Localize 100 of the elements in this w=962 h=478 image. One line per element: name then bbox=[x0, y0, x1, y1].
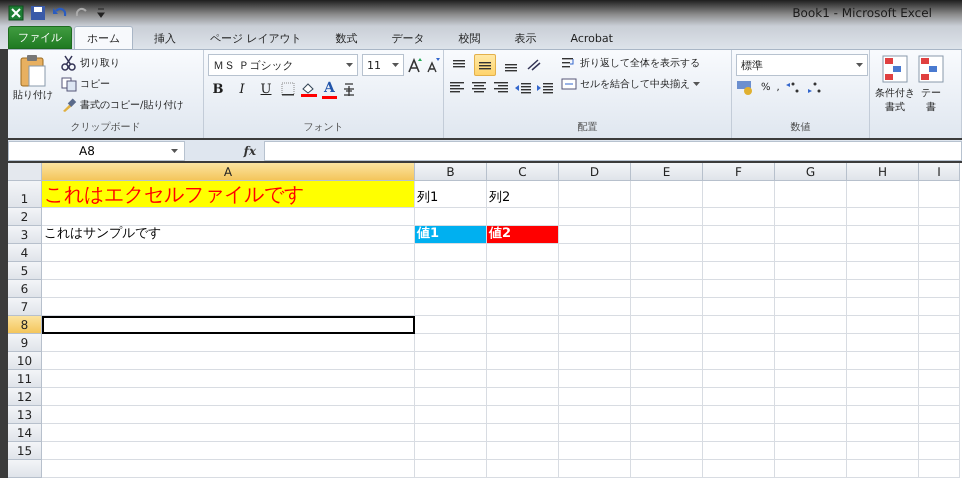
table-cell[interactable]: これはエクセルファイルです bbox=[42, 181, 415, 208]
table-cell[interactable] bbox=[415, 262, 487, 280]
table-cell[interactable] bbox=[42, 316, 415, 334]
table-cell[interactable] bbox=[631, 442, 703, 460]
table-cell[interactable] bbox=[42, 370, 415, 388]
table-cell[interactable] bbox=[487, 370, 559, 388]
table-cell[interactable] bbox=[703, 181, 775, 208]
table-cell[interactable] bbox=[631, 181, 703, 208]
table-cell[interactable] bbox=[559, 388, 631, 406]
table-cell[interactable] bbox=[847, 298, 919, 316]
table-cell[interactable] bbox=[703, 244, 775, 262]
table-cell[interactable] bbox=[487, 334, 559, 352]
ribbon-tab[interactable]: ページ レイアウト bbox=[197, 26, 314, 50]
row-header[interactable]: 15 bbox=[8, 442, 42, 460]
table-cell[interactable] bbox=[847, 406, 919, 424]
table-cell[interactable] bbox=[775, 226, 847, 244]
table-cell[interactable] bbox=[42, 352, 415, 370]
table-cell[interactable] bbox=[775, 244, 847, 262]
table-cell[interactable] bbox=[919, 424, 960, 442]
table-cell[interactable] bbox=[919, 460, 960, 478]
table-cell[interactable] bbox=[919, 181, 960, 208]
percent-button[interactable]: % bbox=[760, 80, 772, 94]
table-cell[interactable] bbox=[559, 181, 631, 208]
table-cell[interactable] bbox=[42, 442, 415, 460]
table-cell[interactable] bbox=[847, 226, 919, 244]
row-header[interactable]: 4 bbox=[8, 244, 42, 262]
table-cell[interactable] bbox=[847, 352, 919, 370]
table-cell[interactable] bbox=[919, 334, 960, 352]
table-cell[interactable] bbox=[631, 460, 703, 478]
table-cell[interactable] bbox=[631, 370, 703, 388]
table-cell[interactable] bbox=[847, 388, 919, 406]
table-cell[interactable] bbox=[919, 244, 960, 262]
table-cell[interactable] bbox=[42, 262, 415, 280]
table-cell[interactable] bbox=[847, 442, 919, 460]
table-cell[interactable] bbox=[487, 388, 559, 406]
format-painter-button[interactable]: 書式のコピー/貼り付け bbox=[60, 96, 184, 114]
column-header[interactable]: C bbox=[487, 163, 559, 181]
table-cell[interactable] bbox=[487, 460, 559, 478]
comma-button[interactable]: , bbox=[776, 80, 781, 94]
table-cell[interactable] bbox=[703, 370, 775, 388]
table-cell[interactable] bbox=[415, 298, 487, 316]
ribbon-tab[interactable]: 校閲 bbox=[446, 26, 494, 50]
table-cell[interactable] bbox=[42, 208, 415, 226]
table-cell[interactable] bbox=[703, 424, 775, 442]
table-cell[interactable] bbox=[415, 388, 487, 406]
table-cell[interactable] bbox=[487, 208, 559, 226]
table-cell[interactable] bbox=[487, 244, 559, 262]
table-cell[interactable] bbox=[42, 298, 415, 316]
row-header[interactable]: 8 bbox=[8, 316, 42, 334]
table-cell[interactable] bbox=[847, 262, 919, 280]
table-cell[interactable] bbox=[703, 298, 775, 316]
table-cell[interactable] bbox=[559, 460, 631, 478]
table-cell[interactable] bbox=[487, 280, 559, 298]
column-header[interactable]: E bbox=[631, 163, 703, 181]
table-cell[interactable] bbox=[415, 244, 487, 262]
table-cell[interactable] bbox=[42, 406, 415, 424]
underline-button[interactable]: U bbox=[256, 79, 276, 100]
table-cell[interactable] bbox=[847, 460, 919, 478]
table-cell[interactable] bbox=[415, 280, 487, 298]
table-cell[interactable] bbox=[415, 370, 487, 388]
table-cell[interactable] bbox=[775, 316, 847, 334]
column-header[interactable]: F bbox=[703, 163, 775, 181]
table-cell[interactable] bbox=[703, 460, 775, 478]
table-cell[interactable] bbox=[42, 460, 415, 478]
ribbon-tab[interactable]: 挿入 bbox=[141, 26, 189, 50]
table-cell[interactable] bbox=[919, 388, 960, 406]
table-cell[interactable]: 値2 bbox=[487, 226, 559, 244]
table-cell[interactable] bbox=[631, 334, 703, 352]
table-cell[interactable] bbox=[775, 181, 847, 208]
ribbon-tab[interactable]: 表示 bbox=[502, 26, 550, 50]
table-cell[interactable] bbox=[775, 424, 847, 442]
table-cell[interactable] bbox=[631, 262, 703, 280]
table-cell[interactable] bbox=[415, 442, 487, 460]
table-cell[interactable] bbox=[415, 424, 487, 442]
table-cell[interactable] bbox=[775, 298, 847, 316]
table-cell[interactable] bbox=[775, 460, 847, 478]
table-cell[interactable] bbox=[919, 208, 960, 226]
table-cell[interactable] bbox=[775, 334, 847, 352]
table-cell[interactable] bbox=[775, 442, 847, 460]
table-cell[interactable] bbox=[847, 370, 919, 388]
table-cell[interactable] bbox=[559, 208, 631, 226]
file-tab[interactable]: ファイル bbox=[8, 26, 72, 50]
table-cell[interactable] bbox=[847, 316, 919, 334]
table-cell[interactable] bbox=[847, 244, 919, 262]
styles-button[interactable]: 条件付き 書式 bbox=[874, 54, 916, 138]
wrap-text-button[interactable]: 折り返して全体を表示する bbox=[560, 54, 701, 72]
table-cell[interactable] bbox=[919, 298, 960, 316]
table-cell[interactable] bbox=[559, 442, 631, 460]
merge-center-button[interactable]: セルを結合して中央揃え bbox=[560, 75, 701, 94]
table-cell[interactable] bbox=[919, 316, 960, 334]
table-cell[interactable] bbox=[415, 208, 487, 226]
table-cell[interactable] bbox=[703, 280, 775, 298]
row-header[interactable]: 12 bbox=[8, 388, 42, 406]
table-cell[interactable] bbox=[919, 442, 960, 460]
table-cell[interactable] bbox=[559, 226, 631, 244]
column-header[interactable]: H bbox=[847, 163, 919, 181]
table-cell[interactable] bbox=[703, 442, 775, 460]
table-cell[interactable] bbox=[847, 334, 919, 352]
table-cell[interactable] bbox=[631, 208, 703, 226]
select-all-button[interactable] bbox=[8, 163, 42, 181]
